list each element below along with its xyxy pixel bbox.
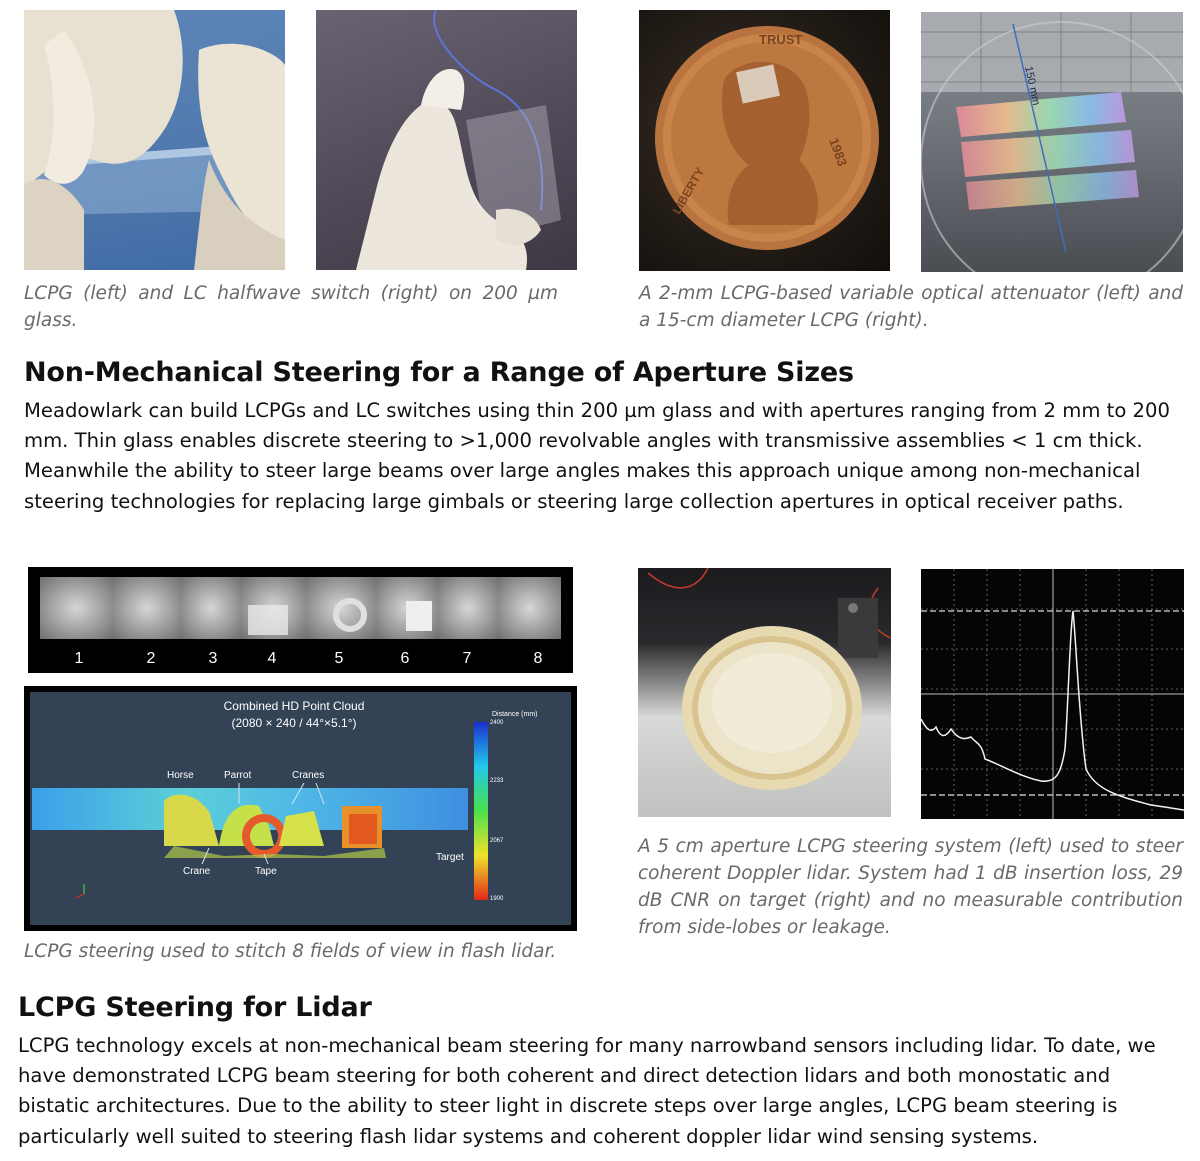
photo-lc-halfwave-switch xyxy=(316,10,577,270)
paragraph-line: Meadowlark can build LCPGs and LC switch… xyxy=(24,399,1170,422)
section-heading-lidar: LCPG Steering for Lidar xyxy=(18,992,372,1023)
colorbar-tick: 2400 xyxy=(490,720,504,726)
fov-label-6: 6 xyxy=(401,650,410,667)
section-paragraph-lidar: LCPG technology excels at non-mechanical… xyxy=(18,1031,1193,1152)
paragraph-line: mm. Thin glass enables discrete steering… xyxy=(24,429,1143,453)
coin-text-top: TRUST xyxy=(759,32,802,47)
photo-lcpg-glass-gloves xyxy=(24,10,285,270)
caption-top-left: LCPG (left) and LC halfwave switch (righ… xyxy=(24,283,558,331)
section-heading-aperture: Non-Mechanical Steering for a Range of A… xyxy=(24,357,854,388)
paragraph-line: bistatic architectures. Due to the abili… xyxy=(18,1094,1118,1118)
pointcloud-subtitle: (2080 × 240 / 44°×5.1°) xyxy=(231,716,356,730)
photo-15cm-lcpg: 150 mm xyxy=(921,12,1183,272)
fov-label-5: 5 xyxy=(335,650,344,667)
photo-5cm-lcpg-system xyxy=(638,568,891,817)
fov-label-3: 3 xyxy=(209,650,218,667)
label-crane: Crane xyxy=(183,866,211,877)
photo-penny-attenuator: TRUST LIBERTY 1983 xyxy=(639,10,890,271)
fov-label-4: 4 xyxy=(268,650,277,667)
label-parrot: Parrot xyxy=(224,770,251,781)
label-horse: Horse xyxy=(167,770,194,781)
caption-top-right: A 2-mm LCPG-based variable optical atten… xyxy=(639,283,1183,331)
fov-label-7: 7 xyxy=(463,650,472,667)
paragraph-line: particularly well suited to steering fla… xyxy=(18,1124,1039,1148)
label-cranes: Cranes xyxy=(292,770,324,781)
fov-label-1: 1 xyxy=(75,650,84,667)
fov-label-8: 8 xyxy=(534,650,543,667)
fov-label-2: 2 xyxy=(147,650,156,667)
caption-mid-left: LCPG steering used to stitch 8 fields of… xyxy=(24,941,557,962)
paragraph-line: Meanwhile the ability to steer large bea… xyxy=(24,459,1141,483)
photo-point-cloud: Combined HD Point Cloud (2080 × 240 / 44… xyxy=(24,686,577,931)
section-paragraph-aperture: Meadowlark can build LCPGs and LC switch… xyxy=(24,396,1194,517)
paragraph-line: have demonstrated LCPG beam steering for… xyxy=(18,1064,1111,1088)
label-target: Target xyxy=(436,852,464,863)
colorbar-tick: 2233 xyxy=(490,778,504,784)
label-tape: Tape xyxy=(255,866,277,877)
colorbar-tick: 2067 xyxy=(490,838,504,844)
colorbar-tick: 1900 xyxy=(490,896,504,902)
paragraph-line: LCPG technology excels at non-mechanical… xyxy=(18,1034,1156,1057)
caption-mid-right: A 5 cm aperture LCPG steering system (le… xyxy=(638,836,1183,938)
pointcloud-title: Combined HD Point Cloud xyxy=(224,699,365,713)
photo-fov-strip: 1 2 3 4 5 6 7 8 xyxy=(28,567,573,673)
colorbar-title: Distance (mm) xyxy=(492,711,538,718)
photo-oscilloscope-cnr xyxy=(921,569,1184,819)
paragraph-line: steering technologies for replacing larg… xyxy=(24,489,1124,513)
